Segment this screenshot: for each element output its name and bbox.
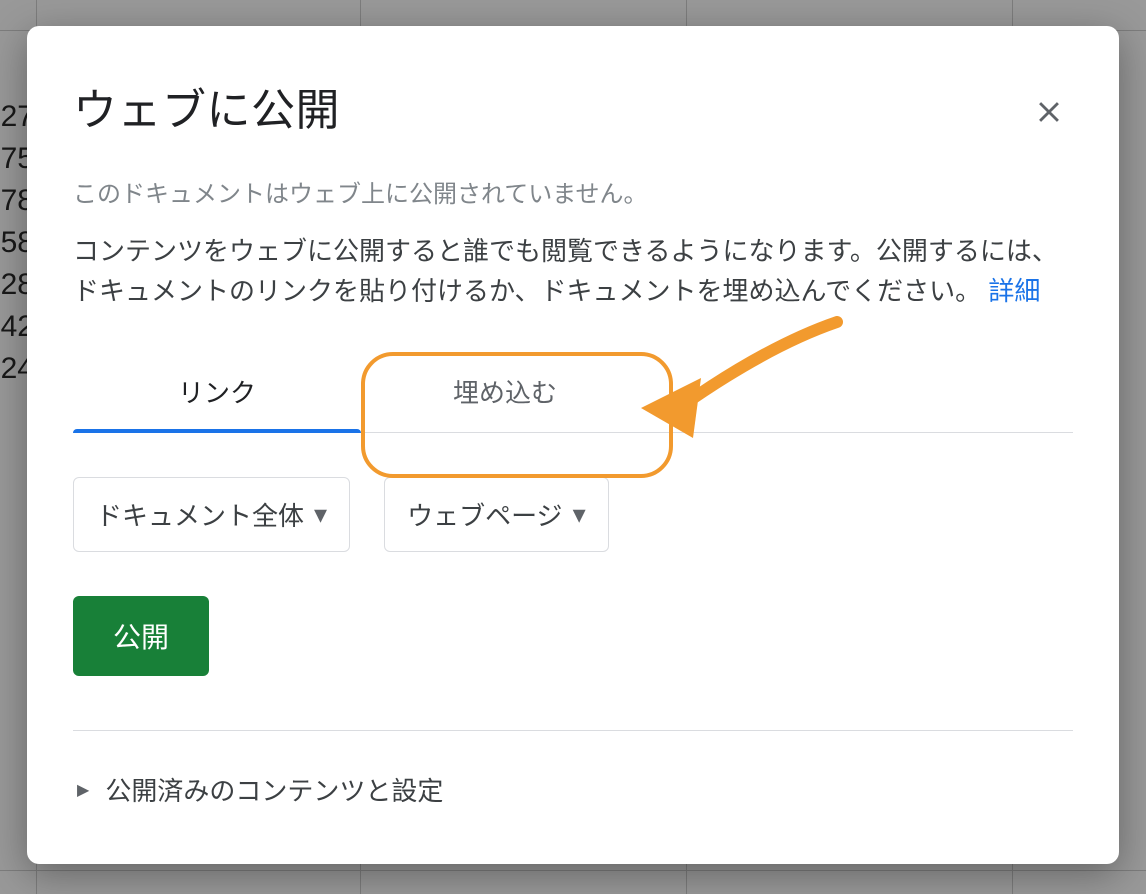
expander-label: 公開済みのコンテンツと設定 [105, 771, 443, 808]
learn-more-link[interactable]: 詳細 [988, 276, 1040, 306]
tab-link[interactable]: リンク [73, 353, 361, 432]
dialog-description: コンテンツをウェブに公開すると誰でも閲覧できるようになります。公開するには、ドキ… [73, 231, 1073, 311]
publish-to-web-dialog: ウェブに公開 このドキュメントはウェブ上に公開されていません。 コンテンツをウェ… [27, 26, 1119, 864]
publish-button[interactable]: 公開 [73, 596, 209, 676]
dialog-title: ウェブに公開 [73, 74, 1073, 138]
section-divider [73, 730, 1073, 731]
caret-down-icon: ▾ [314, 499, 327, 530]
format-select[interactable]: ウェブページ ▾ [384, 477, 609, 552]
publish-status-text: このドキュメントはウェブ上に公開されていません。 [73, 174, 1073, 209]
scope-select-label: ドキュメント全体 [96, 496, 304, 533]
format-select-label: ウェブページ [407, 496, 562, 533]
tab-bar: リンク 埋め込む [73, 353, 1073, 433]
caret-down-icon: ▾ [573, 499, 586, 530]
description-text: コンテンツをウェブに公開すると誰でも閲覧できるようになります。公開するには、ドキ… [73, 236, 1058, 306]
scope-select[interactable]: ドキュメント全体 ▾ [73, 477, 350, 552]
published-content-expander[interactable]: ▶ 公開済みのコンテンツと設定 [73, 771, 1073, 808]
triangle-right-icon: ▶ [77, 780, 89, 800]
tab-embed[interactable]: 埋め込む [361, 353, 649, 432]
